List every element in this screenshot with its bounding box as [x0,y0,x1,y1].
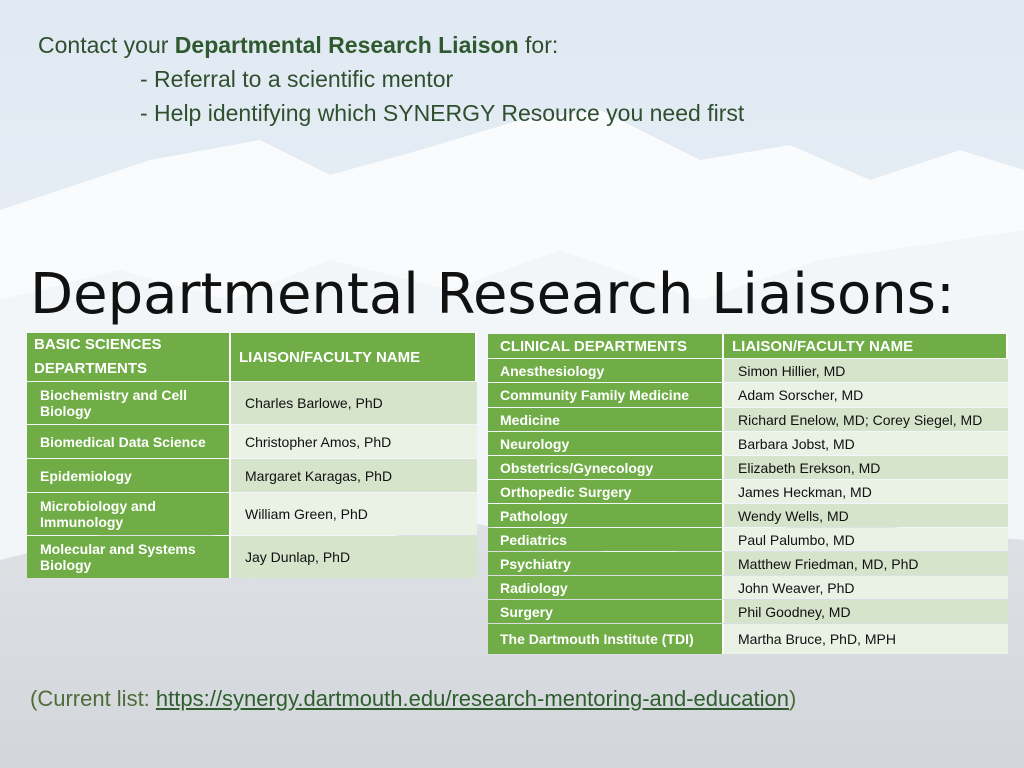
basic-sciences-table: BASIC SCIENCES DEPARTMENTS LIAISON/FACUL… [27,332,477,579]
department-cell: The Dartmouth Institute (TDI) [488,624,724,654]
liaison-cell: Adam Sorscher, MD [724,383,1008,407]
table-header-row: BASIC SCIENCES DEPARTMENTS LIAISON/FACUL… [27,333,477,381]
liaison-cell: Richard Enelow, MD; Corey Siegel, MD [724,408,1008,431]
table-row: Psychiatry Matthew Friedman, MD, PhD [488,552,1008,575]
department-cell: Surgery [488,600,724,623]
table-row: Medicine Richard Enelow, MD; Corey Siegel… [488,408,1008,431]
department-cell: Orthopedic Surgery [488,480,724,503]
table-row: Pediatrics Paul Palumbo, MD [488,528,1008,551]
liaison-cell: Simon Hillier, MD [724,359,1008,382]
current-list-link[interactable]: https://synergy.dartmouth.edu/research-m… [156,686,789,711]
department-cell: Psychiatry [488,552,724,575]
intro-bold: Departmental Research Liaison [174,32,519,58]
table-row: Epidemiology Margaret Karagas, PhD [27,459,477,492]
table-row: Radiology John Weaver, PhD [488,576,1008,599]
header-cell: CLINICAL DEPARTMENTS [488,334,724,358]
intro-suffix: for: [518,32,559,58]
intro-line: Contact your Departmental Research Liais… [38,28,744,62]
header-cell: BASIC SCIENCES DEPARTMENTS [27,333,231,381]
header-cell: LIAISON/FACULTY NAME [231,333,477,381]
liaison-cell: Christopher Amos, PhD [231,425,477,458]
liaison-cell: Paul Palumbo, MD [724,528,1008,551]
table-row: The Dartmouth Institute (TDI) Martha Bruc… [488,624,1008,654]
intro-bullet: - Referral to a scientific mentor [140,66,454,92]
table-row: Microbiology and Immunology William Gree… [27,493,477,535]
header-cell: LIAISON/FACULTY NAME [724,334,1008,358]
liaison-cell: Elizabeth Erekson, MD [724,456,1008,479]
table-row: Surgery Phil Goodney, MD [488,600,1008,623]
footer-note: (Current list: https://synergy.dartmouth… [30,686,796,712]
table-row: Molecular and Systems Biology Jay Dunlap… [27,536,477,578]
table-row: Biochemistry and Cell Biology Charles Ba… [27,382,477,424]
clinical-departments-table: CLINICAL DEPARTMENTS LIAISON/FACULTY NAM… [488,333,1008,655]
department-cell: Obstetrics/Gynecology [488,456,724,479]
department-cell: Biomedical Data Science [27,425,231,458]
liaison-cell: John Weaver, PhD [724,576,1008,599]
liaison-cell: Jay Dunlap, PhD [231,536,477,578]
department-cell: Anesthesiology [488,359,724,382]
table-row: Orthopedic Surgery James Heckman, MD [488,480,1008,503]
department-cell: Pediatrics [488,528,724,551]
table-row: Obstetrics/Gynecology Elizabeth Erekson, … [488,456,1008,479]
page-title: Departmental Research Liaisons: [30,262,955,327]
liaison-cell: Wendy Wells, MD [724,504,1008,527]
table-header-row: CLINICAL DEPARTMENTS LIAISON/FACULTY NAM… [488,334,1008,358]
table-row: Neurology Barbara Jobst, MD [488,432,1008,455]
liaison-cell: James Heckman, MD [724,480,1008,503]
liaison-cell: Phil Goodney, MD [724,600,1008,623]
footer-suffix: ) [788,686,797,711]
liaison-cell: William Green, PhD [231,493,477,535]
liaison-cell: Martha Bruce, PhD, MPH [724,624,1008,654]
table-row: Pathology Wendy Wells, MD [488,504,1008,527]
table-row: Biomedical Data Science Christopher Amos… [27,425,477,458]
intro-bullet: - Help identifying which SYNERGY Resourc… [140,100,745,126]
department-cell: Radiology [488,576,724,599]
liaison-cell: Matthew Friedman, MD, PhD [724,552,1008,575]
table-row: Community Family Medicine Adam Sorscher, … [488,383,1008,407]
intro-prefix: Contact your [38,32,175,58]
table-row: Anesthesiology Simon Hillier, MD [488,359,1008,382]
liaison-cell: Charles Barlowe, PhD [231,382,477,424]
department-cell: Molecular and Systems Biology [27,536,231,578]
footer-prefix: (Current list: [30,686,156,711]
liaison-cell: Barbara Jobst, MD [724,432,1008,455]
intro-text: Contact your Departmental Research Liais… [38,28,744,130]
department-cell: Microbiology and Immunology [27,493,231,535]
department-cell: Community Family Medicine [488,383,724,407]
liaison-cell: Margaret Karagas, PhD [231,459,477,492]
department-cell: Medicine [488,408,724,431]
department-cell: Epidemiology [27,459,231,492]
department-cell: Biochemistry and Cell Biology [27,382,231,424]
department-cell: Neurology [488,432,724,455]
department-cell: Pathology [488,504,724,527]
